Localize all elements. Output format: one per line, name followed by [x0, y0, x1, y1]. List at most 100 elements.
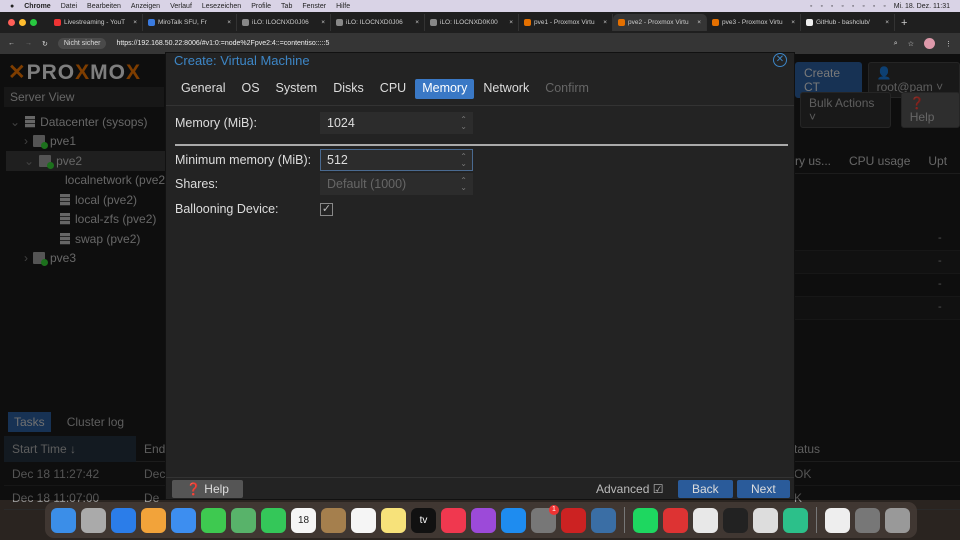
volume-icon[interactable]: ◦	[820, 3, 822, 10]
browser-tab[interactable]: iLO: ILOCNXD0J06 ×	[331, 14, 425, 31]
dock-mail-icon[interactable]	[171, 507, 196, 533]
tab-cpu[interactable]: CPU	[373, 79, 413, 99]
memory-input[interactable]: 1024 ⌃ ⌄	[320, 112, 473, 134]
dock-reminders-icon[interactable]	[351, 507, 376, 533]
profile-avatar[interactable]	[924, 38, 935, 49]
menu-icon[interactable]: ⋮	[945, 40, 952, 48]
dock-calculator-icon[interactable]	[753, 507, 778, 533]
dock-document-icon[interactable]	[825, 507, 850, 533]
dock-calendar-icon[interactable]: 18	[291, 507, 316, 533]
menu-item[interactable]: Lesezeichen	[202, 3, 241, 10]
spinner-icon[interactable]: ⌃ ⌄	[460, 153, 467, 168]
menu-app-name[interactable]: Chrome	[24, 3, 50, 10]
tab-network[interactable]: Network	[476, 79, 536, 99]
new-tab-button[interactable]: +	[901, 17, 907, 29]
menu-item[interactable]: Tab	[281, 3, 292, 10]
dock-contacts-icon[interactable]	[321, 507, 346, 533]
apple-menu-icon[interactable]: ●	[10, 3, 14, 10]
close-tab-icon[interactable]: ×	[227, 19, 231, 26]
advanced-checkbox[interactable]: Advanced ☑	[596, 482, 663, 496]
dock-launchpad-icon[interactable]	[81, 507, 106, 533]
screen-record-icon[interactable]: ◦	[810, 3, 812, 10]
close-tab-icon[interactable]: ×	[603, 19, 607, 26]
url-input[interactable]: https://192.168.50.22:8006/#v1:0:=node%2…	[116, 40, 329, 47]
dock-system-settings-icon[interactable]: 1	[531, 504, 559, 533]
dock-photos-icon[interactable]	[141, 507, 166, 533]
battery-icon[interactable]: ◦	[841, 3, 843, 10]
close-tab-icon[interactable]: ×	[697, 19, 701, 26]
bookmark-star-icon[interactable]: ☆	[908, 40, 914, 48]
next-button[interactable]: Next	[737, 480, 790, 498]
dock-downloads-icon[interactable]	[855, 507, 880, 533]
tab-system[interactable]: System	[269, 79, 325, 99]
dock-sync-app-icon[interactable]	[783, 507, 808, 533]
dock-quicktime-icon[interactable]	[591, 507, 616, 533]
favicon-icon	[148, 19, 155, 26]
shares-input[interactable]: Default (1000) ⌃ ⌄	[320, 173, 473, 195]
close-tab-icon[interactable]: ×	[885, 19, 889, 26]
forward-icon[interactable]: →	[25, 40, 32, 47]
browser-tab[interactable]: Livestreaming - YouT ×	[49, 14, 143, 31]
menu-item[interactable]: Anzeigen	[131, 3, 160, 10]
browser-tab[interactable]: pve2 - Proxmox Virtu ×	[613, 14, 707, 31]
back-button[interactable]: Back	[678, 480, 733, 498]
dock-app-store-icon[interactable]	[501, 507, 526, 533]
spinner-icon[interactable]: ⌃ ⌄	[460, 177, 467, 192]
tab-disks[interactable]: Disks	[326, 79, 371, 99]
browser-tab[interactable]: pve1 - Proxmox Virtu ×	[519, 14, 613, 31]
menu-item[interactable]: Verlauf	[170, 3, 192, 10]
vpn-icon[interactable]: ◦	[852, 3, 854, 10]
control-center-icon[interactable]: ◦	[883, 3, 885, 10]
dock-maps-icon[interactable]	[231, 507, 256, 533]
search-icon[interactable]: ◦	[873, 3, 875, 10]
close-tab-icon[interactable]: ×	[415, 19, 419, 26]
zoom-icon[interactable]: ⌕	[894, 40, 898, 48]
reload-icon[interactable]: ↻	[42, 40, 48, 48]
browser-tab[interactable]: MiroTalk SFU, Fr ×	[143, 14, 237, 31]
close-tab-icon[interactable]: ×	[791, 19, 795, 26]
dock-apple-tv-icon[interactable]: tv	[411, 507, 436, 533]
dock-trash-icon[interactable]	[885, 507, 910, 533]
tab-general[interactable]: General	[174, 79, 232, 99]
window-controls[interactable]	[8, 19, 37, 26]
menu-item[interactable]: Datei	[61, 3, 77, 10]
close-tab-icon[interactable]: ×	[509, 19, 513, 26]
tab-os[interactable]: OS	[234, 79, 266, 99]
insecure-badge[interactable]: Nicht sicher	[57, 38, 107, 49]
menu-item[interactable]: Bearbeiten	[87, 3, 121, 10]
browser-tab[interactable]: pve3 - Proxmox Virtu ×	[707, 14, 801, 31]
dock-vpn-app-icon[interactable]	[663, 507, 688, 533]
min-memory-input[interactable]: 512 ⌃ ⌄	[320, 149, 473, 171]
back-icon[interactable]: ←	[8, 40, 15, 47]
dock-chrome-icon[interactable]	[693, 507, 718, 533]
tab-memory[interactable]: Memory	[415, 79, 475, 99]
dock-notes-icon[interactable]	[381, 507, 406, 533]
tab-title: MiroTalk SFU, Fr	[158, 19, 207, 26]
dock-music-icon[interactable]	[441, 507, 466, 533]
dock-podcasts-icon[interactable]	[471, 507, 496, 533]
dock-terminal-icon[interactable]	[723, 507, 748, 533]
ballooning-checkbox[interactable]: ✓	[320, 202, 333, 216]
dock-messages-icon[interactable]	[201, 507, 226, 533]
status-area: ◦ ◦ ◦ ◦ ◦ ◦ ◦ ◦ Mi. 18. Dez. 11:31	[810, 3, 950, 10]
menu-item[interactable]: Hilfe	[336, 3, 350, 10]
dialog-help-button[interactable]: ❓ Help	[172, 480, 243, 498]
close-tab-icon[interactable]: ×	[321, 19, 325, 26]
tab-confirm[interactable]: Confirm	[538, 79, 596, 99]
browser-tab[interactable]: GitHub - bashclub/ ×	[801, 14, 895, 31]
browser-tab[interactable]: iLO: ILOCNXD0J06 ×	[237, 14, 331, 31]
dock-cisco-webex-icon[interactable]	[561, 507, 586, 533]
menu-item[interactable]: Fenster	[302, 3, 326, 10]
menu-item[interactable]: Profile	[251, 3, 271, 10]
dock-finder-icon[interactable]	[51, 507, 76, 533]
wifi-icon[interactable]: ◦	[862, 3, 864, 10]
dock-safari-icon[interactable]	[111, 507, 136, 533]
dock-spotify-icon[interactable]	[633, 507, 658, 533]
clock[interactable]: Mi. 18. Dez. 11:31	[894, 3, 950, 10]
close-icon[interactable]: ✕	[773, 53, 787, 67]
spinner-icon[interactable]: ⌃ ⌄	[460, 116, 467, 131]
dock-facetime-icon[interactable]	[261, 507, 286, 533]
browser-tab[interactable]: iLO: ILOCNXD0K00 ×	[425, 14, 519, 31]
close-tab-icon[interactable]: ×	[133, 19, 137, 26]
clock-icon[interactable]: ◦	[831, 3, 833, 10]
